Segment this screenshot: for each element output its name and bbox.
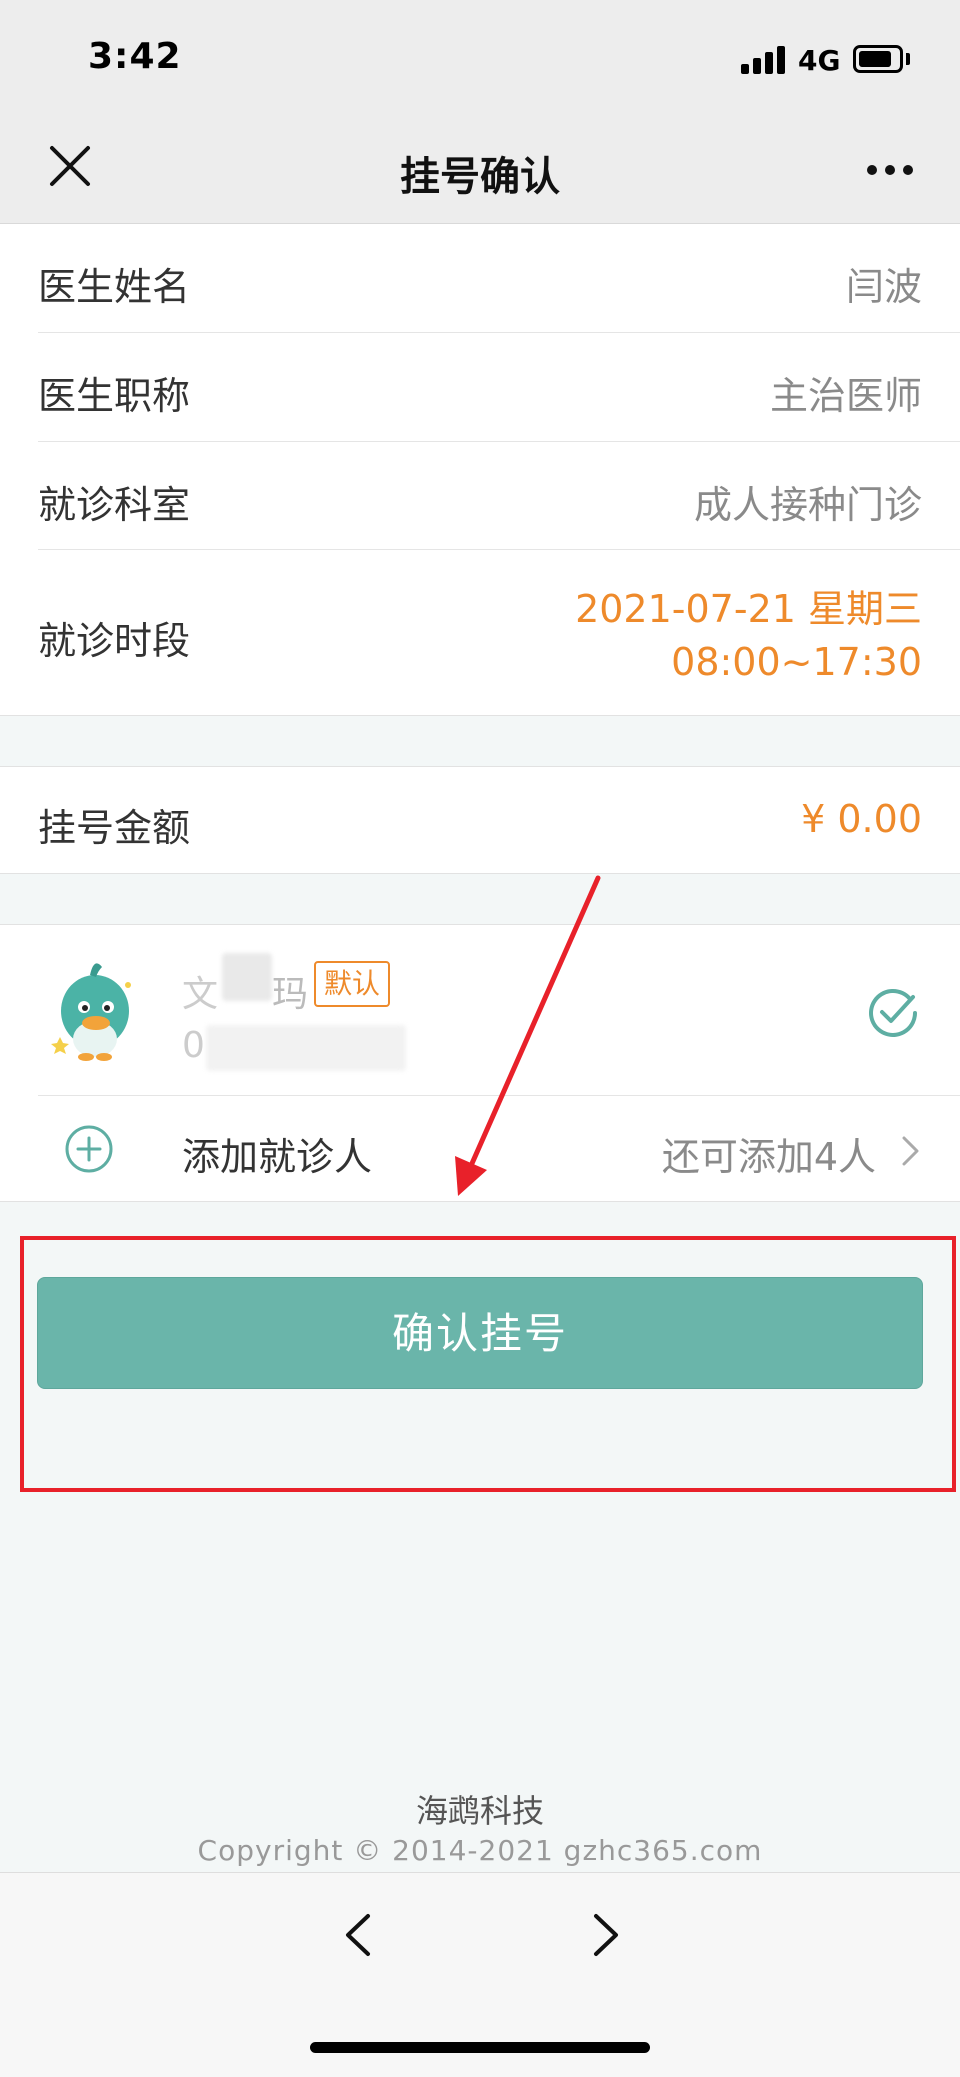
home-indicator[interactable] [310, 2042, 650, 2053]
fee-card: 挂号金额 ¥ 0.00 [0, 766, 960, 874]
more-dots-icon[interactable] [860, 150, 920, 190]
redaction-blur [222, 953, 272, 1001]
footer-company: 海鹉科技 [415, 1792, 544, 1830]
detail-row-doctor-title: 医生职称 主治医师 [38, 333, 960, 441]
time-slot-date: 2021-07-21 星期三 [575, 587, 922, 631]
signal-icon [741, 44, 787, 74]
doctor-info-card: 医生姓名 闫波 医生职称 主治医师 就诊科室 成人接种门诊 就诊时段 2021-… [0, 224, 960, 716]
patient-row[interactable]: 文 玛 默认 0 [0, 925, 960, 1095]
detail-label: 就诊时段 [38, 619, 191, 663]
patient-name-first: 文 [182, 974, 219, 1015]
redaction-blur [206, 1025, 406, 1071]
add-circle-icon[interactable] [64, 1124, 114, 1174]
fee-label: 挂号金额 [38, 806, 191, 850]
duck-avatar-icon [51, 963, 131, 1061]
footer-copyright: Copyright © 2014-2021 gzhc365.com [197, 1834, 763, 1867]
detail-row-time-slot: 就诊时段 2021-07-21 星期三 08:00~17:30 [38, 550, 960, 716]
chevron-right-icon[interactable] [900, 1134, 922, 1168]
detail-row-doctor-name: 医生姓名 闫波 [38, 224, 960, 332]
detail-label: 就诊科室 [38, 483, 191, 527]
patient-id: 0 [182, 1025, 205, 1066]
detail-value: 成人接种门诊 [693, 483, 922, 527]
add-patient-remaining: 还可添加4人 [661, 1135, 876, 1179]
battery-icon [853, 45, 903, 73]
add-patient-label[interactable]: 添加就诊人 [182, 1126, 372, 1181]
back-arrow-icon[interactable] [340, 1910, 376, 1960]
detail-label: 医生姓名 [38, 265, 191, 309]
confirm-registration-button[interactable]: 确认挂号 [37, 1277, 923, 1389]
default-badge: 默认 [314, 961, 390, 1007]
patient-name-last: 玛 [272, 974, 309, 1015]
top-bar: 3:42 4G 挂号确认 [0, 0, 960, 224]
check-circle-icon[interactable] [866, 985, 920, 1039]
time-slot-hours: 08:00~17:30 [671, 640, 922, 684]
detail-label: 医生职称 [38, 374, 191, 418]
network-type: 4G [798, 44, 841, 77]
detail-value: 闫波 [845, 265, 922, 309]
page-title: 挂号确认 [400, 154, 560, 200]
forward-arrow-icon[interactable] [588, 1910, 624, 1960]
status-time: 3:42 [88, 36, 182, 77]
detail-row-department: 就诊科室 成人接种门诊 [38, 442, 960, 550]
detail-value: 主治医师 [769, 374, 922, 418]
fee-value: ¥ 0.00 [801, 797, 922, 841]
